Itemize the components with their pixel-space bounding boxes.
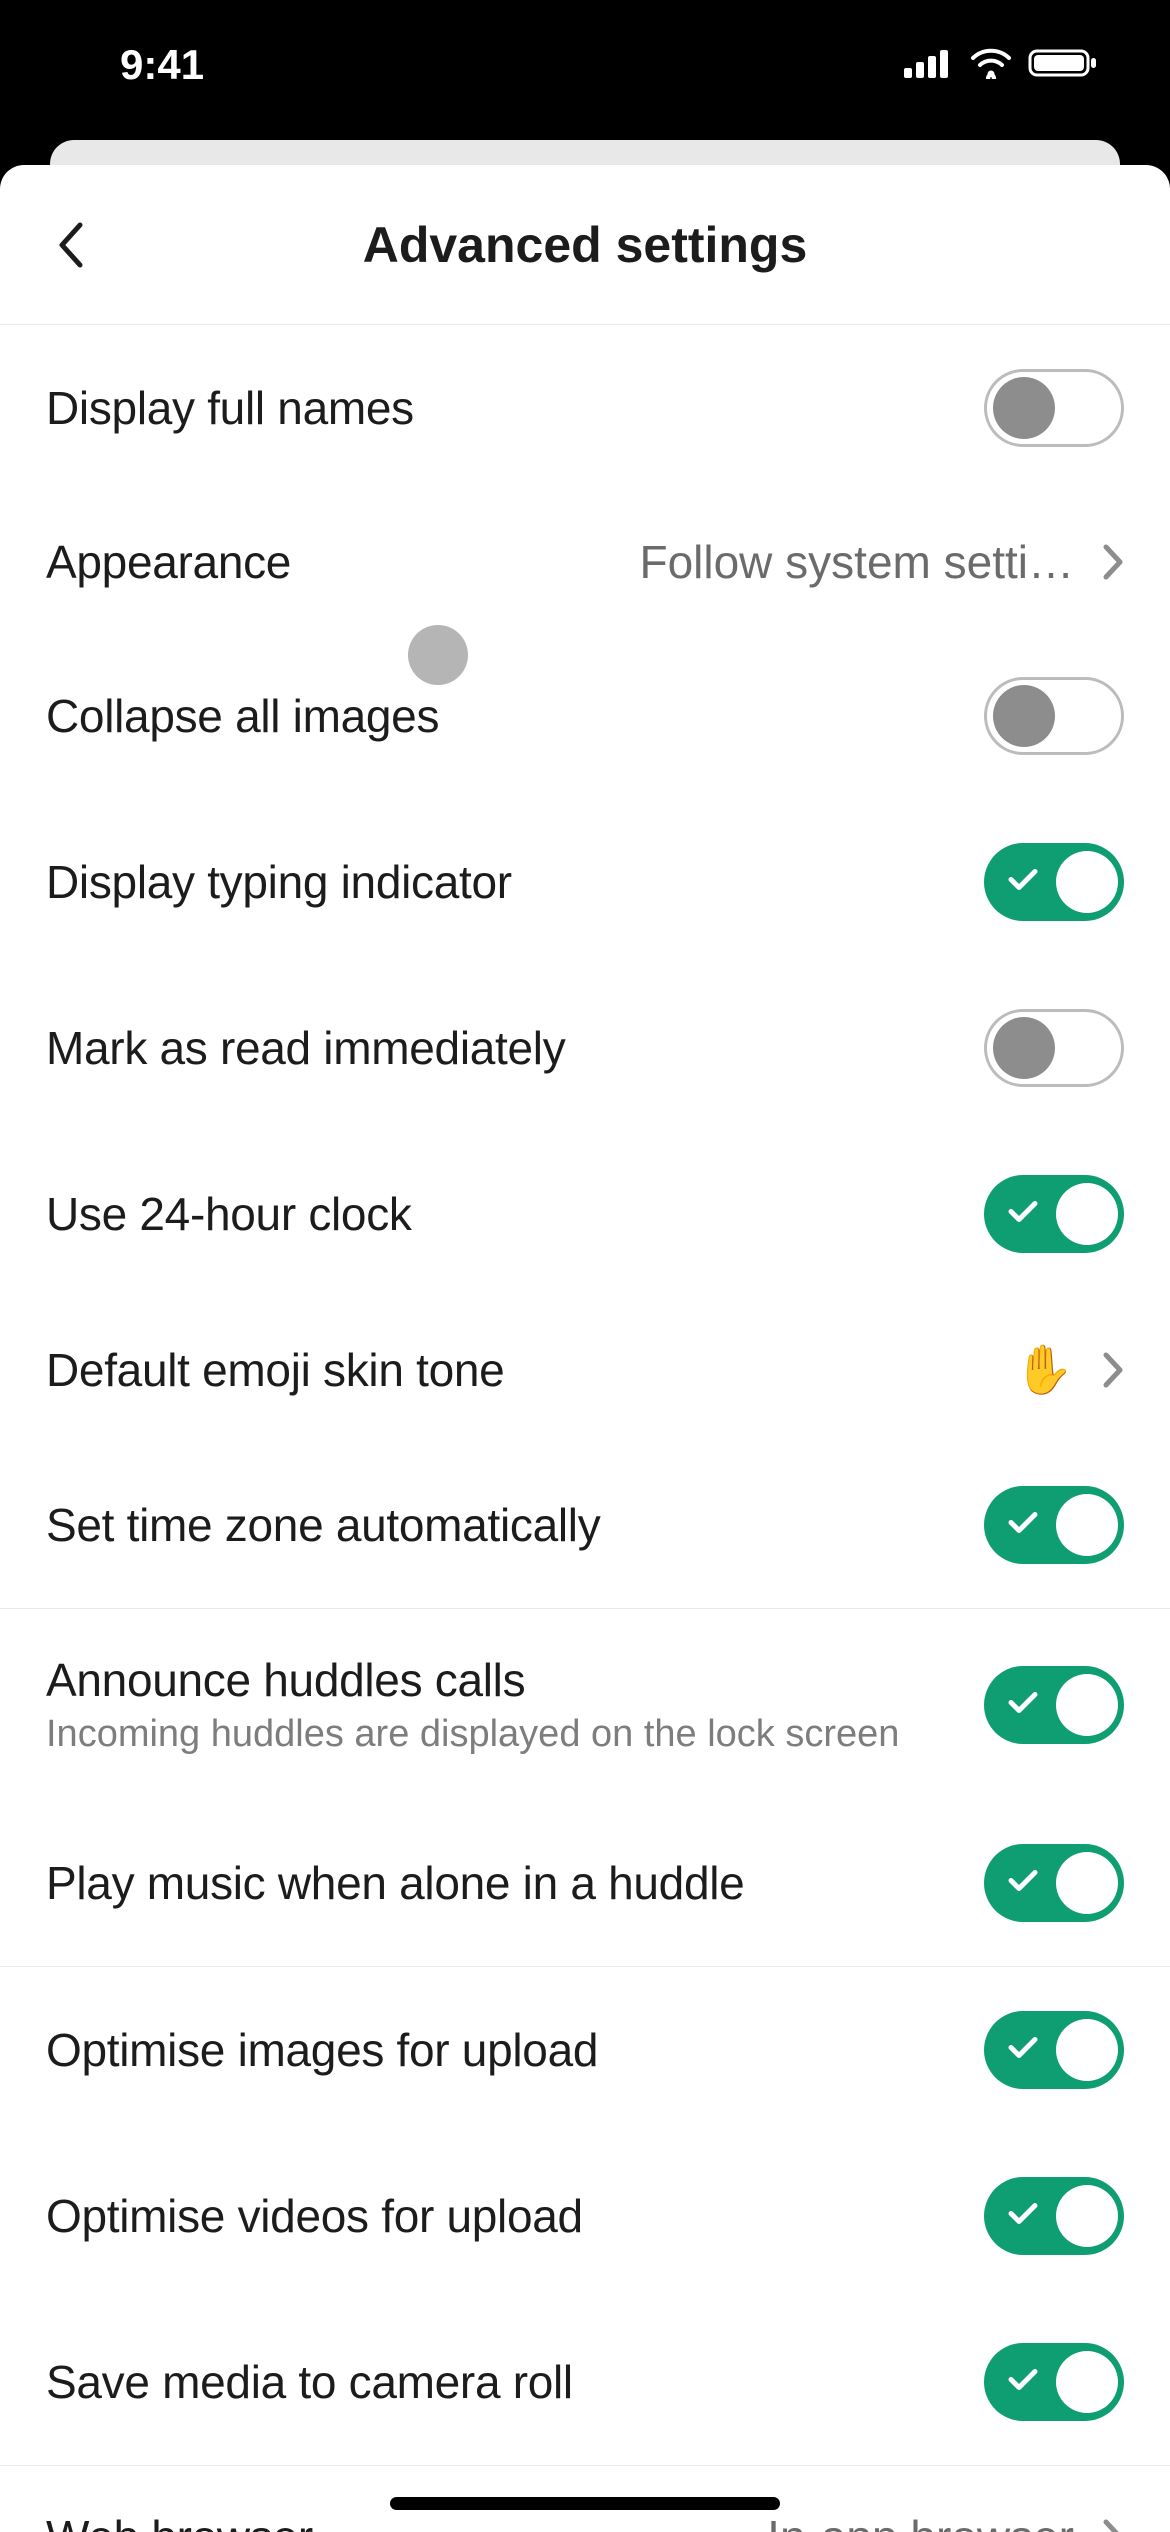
hand-emoji-icon: ✋: [1014, 1341, 1074, 1398]
row-label: Save media to camera roll: [46, 2355, 964, 2409]
toggle-knob: [1056, 2019, 1118, 2081]
status-time: 9:41: [120, 41, 204, 89]
row-label: Play music when alone in a huddle: [46, 1856, 964, 1910]
toggle-knob: [1056, 1674, 1118, 1736]
row-optimise-videos[interactable]: Optimise videos for upload: [0, 2133, 1170, 2299]
battery-icon: [1028, 47, 1100, 84]
toggle-optimise-videos[interactable]: [984, 2177, 1124, 2255]
row-label: Display typing indicator: [46, 855, 964, 909]
check-icon: [1008, 2036, 1038, 2065]
row-label: Default emoji skin tone: [46, 1343, 994, 1397]
cellular-icon: [904, 48, 954, 83]
toggle-knob: [1056, 2351, 1118, 2413]
row-emoji-skin-tone[interactable]: Default emoji skin tone ✋: [0, 1297, 1170, 1442]
row-label: Mark as read immediately: [46, 1021, 964, 1075]
row-subtitle: Incoming huddles are displayed on the lo…: [46, 1713, 964, 1756]
status-bar: 9:41: [0, 0, 1170, 140]
row-label: Web browser: [46, 2510, 747, 2532]
row-value: In-app browser: [767, 2510, 1074, 2532]
toggle-auto-timezone[interactable]: [984, 1486, 1124, 1564]
wifi-icon: [968, 47, 1014, 84]
toggle-save-media[interactable]: [984, 2343, 1124, 2421]
check-icon: [1008, 1869, 1038, 1898]
toggle-optimise-images[interactable]: [984, 2011, 1124, 2089]
toggle-knob: [1056, 851, 1118, 913]
toggle-mark-read[interactable]: [984, 1009, 1124, 1087]
check-icon: [1008, 2202, 1038, 2231]
row-24h-clock[interactable]: Use 24-hour clock: [0, 1131, 1170, 1297]
toggle-knob: [1056, 1183, 1118, 1245]
row-label: Optimise videos for upload: [46, 2189, 964, 2243]
chevron-right-icon: [1102, 2518, 1124, 2532]
settings-list[interactable]: Display full names Appearance Follow sys…: [0, 325, 1170, 2532]
settings-sheet: Advanced settings Display full names App…: [0, 165, 1170, 2532]
row-label: Set time zone automatically: [46, 1498, 964, 1552]
row-appearance[interactable]: Appearance Follow system setti…: [0, 491, 1170, 633]
toggle-announce-huddles[interactable]: [984, 1666, 1124, 1744]
check-icon: [1008, 1511, 1038, 1540]
toggle-collapse-images[interactable]: [984, 677, 1124, 755]
page-title: Advanced settings: [0, 216, 1170, 274]
check-icon: [1008, 868, 1038, 897]
home-indicator[interactable]: [390, 2497, 780, 2510]
toggle-display-full-names[interactable]: [984, 369, 1124, 447]
toggle-knob: [993, 685, 1055, 747]
row-optimise-images[interactable]: Optimise images for upload: [0, 1967, 1170, 2133]
check-icon: [1008, 1690, 1038, 1719]
toggle-knob: [1056, 1852, 1118, 1914]
row-label: Display full names: [46, 381, 964, 435]
row-auto-timezone[interactable]: Set time zone automatically: [0, 1442, 1170, 1608]
chevron-right-icon: [1102, 543, 1124, 581]
chevron-right-icon: [1102, 1351, 1124, 1389]
row-display-full-names[interactable]: Display full names: [0, 325, 1170, 491]
toggle-knob: [993, 1017, 1055, 1079]
row-huddle-music[interactable]: Play music when alone in a huddle: [0, 1800, 1170, 1966]
row-collapse-images[interactable]: Collapse all images: [0, 633, 1170, 799]
row-typing-indicator[interactable]: Display typing indicator: [0, 799, 1170, 965]
row-label: Collapse all images: [46, 689, 964, 743]
row-label: Announce huddles calls: [46, 1653, 964, 1707]
toggle-typing-indicator[interactable]: [984, 843, 1124, 921]
toggle-24h-clock[interactable]: [984, 1175, 1124, 1253]
back-button[interactable]: [40, 215, 100, 275]
row-value: Follow system setti…: [639, 535, 1074, 589]
toggle-huddle-music[interactable]: [984, 1844, 1124, 1922]
row-label: Optimise images for upload: [46, 2023, 964, 2077]
row-label: Use 24-hour clock: [46, 1187, 964, 1241]
row-label: Appearance: [46, 535, 619, 589]
chevron-left-icon: [56, 221, 84, 269]
check-icon: [1008, 2368, 1038, 2397]
nav-header: Advanced settings: [0, 165, 1170, 325]
status-indicators: [904, 47, 1100, 84]
row-save-media[interactable]: Save media to camera roll: [0, 2299, 1170, 2465]
row-announce-huddles[interactable]: Announce huddles calls Incoming huddles …: [0, 1609, 1170, 1800]
toggle-knob: [993, 377, 1055, 439]
toggle-knob: [1056, 1494, 1118, 1556]
row-mark-read[interactable]: Mark as read immediately: [0, 965, 1170, 1131]
check-icon: [1008, 1200, 1038, 1229]
toggle-knob: [1056, 2185, 1118, 2247]
